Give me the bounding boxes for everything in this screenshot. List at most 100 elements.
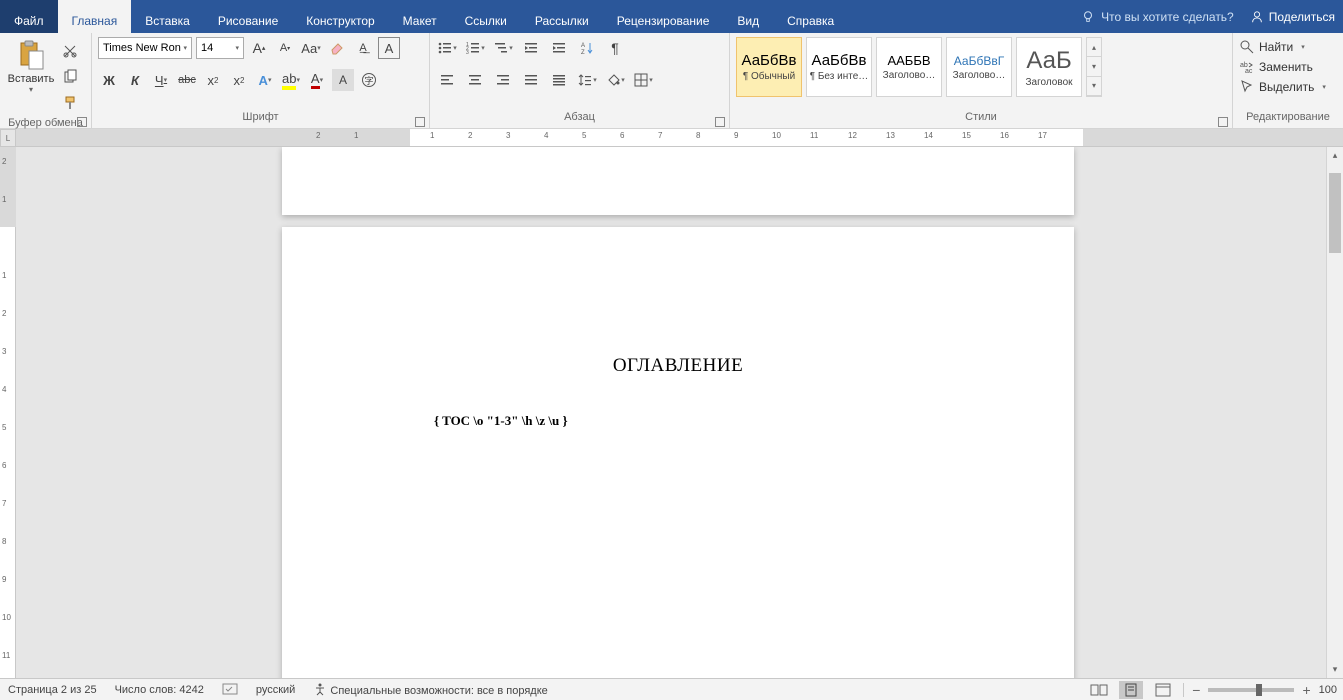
increase-indent-button[interactable] [548,37,570,59]
tab-design[interactable]: Конструктор [292,0,388,33]
char-shading-button[interactable]: A [332,69,354,91]
view-read-button[interactable] [1087,681,1111,699]
tab-insert[interactable]: Вставка [131,0,204,33]
group-font: Times New Ron▾ 14▾ A▴ A▾ Aa▾ A̲̲ A Ж К Ч… [92,33,430,129]
paste-dropdown[interactable]: ▾ [29,85,33,94]
copy-button[interactable] [60,67,80,87]
tab-help[interactable]: Справка [773,0,848,33]
ruler-tab-selector[interactable]: L [0,129,16,147]
line-spacing-icon [577,72,593,88]
scroll-down[interactable]: ▾ [1327,661,1343,678]
spell-check-icon[interactable] [222,683,238,697]
tab-review[interactable]: Рецензирование [603,0,724,33]
status-page[interactable]: Страница 2 из 25 [8,684,97,696]
distributed-icon [551,72,567,88]
tell-me-label: Что вы хотите сделать? [1101,10,1234,24]
format-painter-button[interactable] [60,93,80,113]
indent-icon [551,40,567,56]
justify-button[interactable] [520,69,542,91]
status-language[interactable]: русский [256,684,295,696]
group-editing: Найти▾ abacЗаменить Выделить▾ Редактиров… [1233,33,1343,129]
align-right-button[interactable] [492,69,514,91]
line-spacing-button[interactable]: ▾ [576,69,598,91]
page-2[interactable]: ОГЛАВЛЕНИЕ { TOC \o "1-3" \h \z \u } [282,227,1074,678]
select-button[interactable]: Выделить▾ [1239,79,1326,95]
bold-button[interactable]: Ж [98,69,120,91]
cut-button[interactable] [60,41,80,61]
distributed-button[interactable] [548,69,570,91]
subscript-button[interactable]: x2 [202,69,224,91]
clear-format-button[interactable] [326,37,348,59]
share-button[interactable]: Поделиться [1250,10,1335,24]
font-name-combo[interactable]: Times New Ron▾ [98,37,192,59]
cut-icon [62,43,78,59]
decrease-indent-button[interactable] [520,37,542,59]
style-no-spacing[interactable]: АаБбВв¶ Без инте… [806,37,872,97]
font-color-button[interactable]: A▾ [306,69,328,91]
borders-button[interactable]: ▾ [632,69,654,91]
align-left-button[interactable] [436,69,458,91]
paste-button[interactable]: Вставить ▾ [6,37,56,94]
status-accessibility[interactable]: Специальные возможности: все в порядке [313,682,547,697]
shrink-font-button[interactable]: A▾ [274,37,296,59]
align-center-button[interactable] [464,69,486,91]
tab-draw[interactable]: Рисование [204,0,292,33]
phonetic-button[interactable]: A̲̲ [352,37,374,59]
char-border-button[interactable]: A [378,37,400,59]
tab-view[interactable]: Вид [723,0,773,33]
tab-references[interactable]: Ссылки [451,0,521,33]
text-effects-button[interactable]: A▾ [254,69,276,91]
zoom-level[interactable]: 100 [1319,684,1337,696]
strikethrough-button[interactable]: abc [176,69,198,91]
tell-me-search[interactable]: Что вы хотите сделать? [1081,10,1234,24]
zoom-in-button[interactable]: + [1302,682,1310,698]
ruler-vertical[interactable]: 2112345678910111213 [0,147,16,678]
group-label-clipboard: Буфер обмена [0,117,91,129]
scroll-up[interactable]: ▴ [1327,147,1343,164]
highlight-button[interactable]: ab▾ [280,69,302,91]
scroll-thumb[interactable] [1329,173,1341,253]
view-web-button[interactable] [1151,681,1175,699]
show-marks-button[interactable]: ¶ [604,37,626,59]
page-1-bottom[interactable] [282,147,1074,215]
svg-text:Z: Z [581,50,585,56]
numbering-button[interactable]: 123▾ [464,37,486,59]
styles-scroll[interactable]: ▴▾▾ [1086,37,1102,97]
style-heading1[interactable]: ААББВЗаголово… [876,37,942,97]
underline-button[interactable]: Ч▾ [150,69,172,91]
enclose-char-button[interactable]: 字 [358,69,380,91]
superscript-button[interactable]: x2 [228,69,250,91]
replace-button[interactable]: abacЗаменить [1239,59,1326,75]
ruler-horizontal[interactable]: 211234567891011121314151617 [16,129,1343,147]
view-print-button[interactable] [1119,681,1143,699]
find-button[interactable]: Найти▾ [1239,39,1326,55]
style-title[interactable]: АаБЗаголовок [1016,37,1082,97]
font-size-combo[interactable]: 14▾ [196,37,244,59]
styles-launcher[interactable] [1218,117,1228,127]
style-heading2[interactable]: АаБбВвГЗаголово… [946,37,1012,97]
status-words[interactable]: Число слов: 4242 [115,684,204,696]
toc-field-code[interactable]: { TOC \o "1-3" \h \z \u } [434,413,1074,429]
paragraph-launcher[interactable] [715,117,725,127]
font-launcher[interactable] [415,117,425,127]
scrollbar-vertical[interactable]: ▴ ▾ [1326,147,1343,678]
clipboard-launcher[interactable] [77,117,87,127]
tab-file[interactable]: Файл [0,0,58,33]
style-normal[interactable]: АаБбВв¶ Обычный [736,37,802,97]
bullets-button[interactable]: ▾ [436,37,458,59]
multilevel-button[interactable]: ▾ [492,37,514,59]
tab-mailings[interactable]: Рассылки [521,0,603,33]
cursor-icon [1239,79,1255,95]
zoom-out-button[interactable]: − [1192,682,1200,698]
tab-home[interactable]: Главная [58,0,132,33]
sort-button[interactable]: AZ [576,37,598,59]
italic-button[interactable]: К [124,69,146,91]
shading-button[interactable]: ▾ [604,69,626,91]
zoom-slider[interactable] [1208,688,1294,692]
change-case-button[interactable]: Aa▾ [300,37,322,59]
document-title[interactable]: ОГЛАВЛЕНИЕ [282,355,1074,377]
tab-layout[interactable]: Макет [389,0,451,33]
svg-text:3: 3 [466,50,469,56]
grow-font-button[interactable]: A▴ [248,37,270,59]
group-clipboard: Вставить ▾ Буфер обмена [0,33,92,129]
